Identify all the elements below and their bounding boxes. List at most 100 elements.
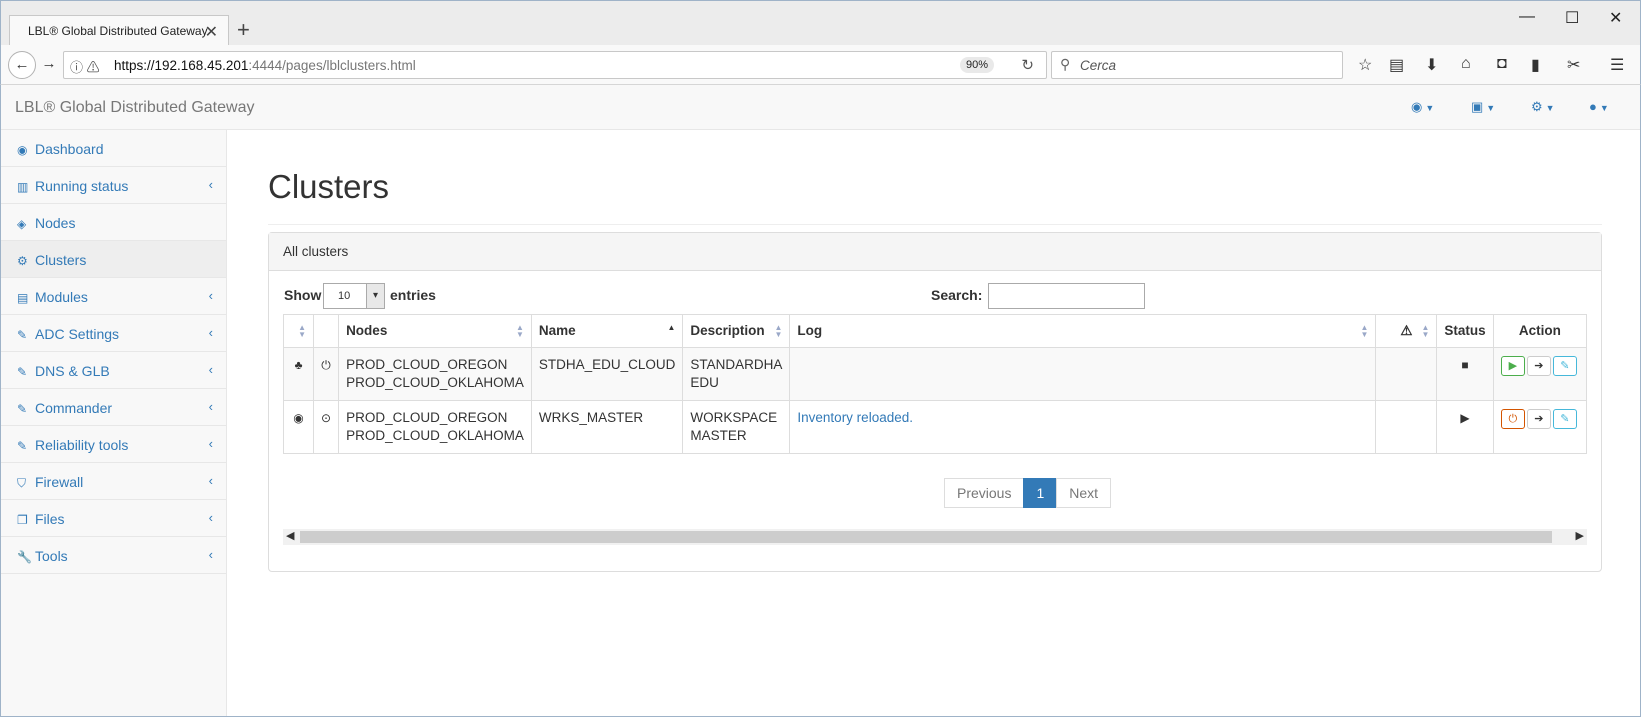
entries-select[interactable]: 10 ▾ — [323, 283, 385, 309]
row-actions: ⏻ ➔ ✎ — [1492, 400, 1588, 454]
col-header-log[interactable]: Log ▲ ▼ — [789, 314, 1377, 348]
col-header-nodes[interactable]: Nodes ▲ ▼ — [338, 314, 532, 348]
download-icon[interactable]: ⬇ — [1425, 55, 1438, 75]
screenshot-icon[interactable]: ✂ — [1567, 55, 1580, 75]
start-button[interactable]: ▶ — [1500, 356, 1525, 376]
col-header-type[interactable]: ▲ ▼ — [283, 314, 314, 348]
chevron-left-icon: ‹ — [208, 547, 213, 562]
horizontal-scrollbar[interactable]: ◀ ▶ — [283, 529, 1587, 545]
minimize-icon[interactable]: — — [1519, 8, 1535, 26]
sidebar-item-modules[interactable]: ▤ Modules ‹ — [1, 278, 226, 315]
search-icon: ⚲ — [1060, 56, 1071, 72]
row-log: Inventory reloaded. — [789, 400, 1377, 454]
new-tab-icon[interactable]: + — [237, 19, 250, 41]
running-status-icon: ▶ — [1436, 400, 1494, 454]
sidebar-item-nodes[interactable]: ◈ Nodes — [1, 204, 226, 241]
settings-menu-icon[interactable]: ⚙ ▼ — [1531, 99, 1555, 115]
sidebar-item-clusters[interactable]: ⚙ Clusters — [1, 241, 226, 278]
edit-icon: ✎ — [17, 439, 28, 453]
back-icon[interactable]: ← — [8, 51, 36, 79]
col-header-description[interactable]: Description ▲ ▼ — [682, 314, 791, 348]
sidebar-item-files[interactable]: ❐ Files ‹ — [1, 500, 226, 537]
edit-button[interactable]: ✎ — [1552, 356, 1577, 376]
wrench-icon: 🔧 — [17, 550, 32, 564]
chevron-left-icon: ‹ — [208, 473, 213, 488]
scrollbar-thumb[interactable] — [300, 531, 1552, 543]
close-window-icon[interactable]: ✕ — [1609, 8, 1622, 28]
sitemap-icon: ♣ — [283, 347, 314, 401]
edit-button[interactable]: ✎ — [1552, 409, 1577, 429]
scroll-right-icon[interactable]: ▶ — [1576, 529, 1584, 542]
bookmark-star-icon[interactable]: ☆ — [1358, 55, 1372, 75]
chevron-left-icon: ‹ — [208, 362, 213, 377]
row-name: STDHA_EDU_CLOUD — [530, 347, 684, 401]
col-header-alerts[interactable]: ⚠ ▲ ▼ — [1375, 314, 1438, 348]
sidebar-item-tools[interactable]: 🔧 Tools ‹ — [1, 537, 226, 574]
app-header: LBL® Global Distributed Gateway ◉ ▼ ▣ ▼ ⚙ ▼… — [1, 85, 1640, 130]
entries-label: entries — [390, 287, 436, 303]
col-header-name[interactable]: Name ▲ — [530, 314, 684, 348]
reload-icon[interactable]: ↻ — [1021, 56, 1034, 74]
row-nodes: PROD_CLOUD_OREGON PROD_CLOUD_OKLAHOMA — [338, 347, 532, 401]
menu-icon[interactable]: ☰ — [1610, 55, 1624, 75]
browser-toolbar: ← → ⓘ ⚠ https://192.168.45.201:4444/page… — [0, 45, 1641, 85]
tab-title: LBL® Global Distributed Gateway — [28, 24, 208, 38]
next-page-button[interactable]: Next — [1056, 478, 1112, 508]
home-icon[interactable]: ⌂ — [1461, 55, 1471, 73]
dashboard-menu-icon[interactable]: ◉ ▼ — [1411, 99, 1434, 115]
page-1-button[interactable]: 1 — [1023, 478, 1058, 508]
col-header-status: Status — [1436, 314, 1494, 348]
show-label: Show — [284, 287, 322, 303]
stop-button[interactable]: ⏻ — [1500, 409, 1525, 429]
warning-icon: ⚠ — [1400, 323, 1413, 338]
row-actions: ▶ ➔ ✎ — [1492, 347, 1588, 401]
brand-title[interactable]: LBL® Global Distributed Gateway — [15, 99, 254, 117]
sidebar-item-adc-settings[interactable]: ✎ ADC Settings ‹ — [1, 315, 226, 352]
row-alerts — [1375, 347, 1438, 401]
chevron-left-icon: ‹ — [208, 177, 213, 192]
play-circle-icon: ⊙ — [312, 400, 340, 454]
site-info-icon[interactable]: ⓘ ⚠ — [70, 57, 100, 76]
table-search-input[interactable] — [988, 283, 1145, 309]
power-icon: ⏻ — [312, 347, 340, 401]
bar-chart-icon: ▥ — [17, 180, 29, 194]
sort-icon: ▲ ▼ — [1421, 323, 1430, 339]
close-tab-icon[interactable]: ✕ — [205, 22, 218, 42]
login-button[interactable]: ➔ — [1526, 409, 1551, 429]
user-menu-icon[interactable]: ● ▼ — [1589, 99, 1609, 114]
row-log — [789, 347, 1377, 401]
sort-icon: ▲ ▼ — [1360, 323, 1369, 339]
sidebar: ◉ Dashboard ▥ Running status ‹ ◈ Nodes ⚙ Clu… — [1, 130, 227, 716]
bookmarks-list-icon[interactable]: ▤ — [1389, 55, 1404, 75]
sort-icon: ▲ ▼ — [298, 323, 306, 339]
files-icon: ❐ — [17, 513, 28, 527]
forward-icon[interactable]: → — [35, 51, 63, 79]
browser-tab[interactable]: LBL® Global Distributed Gateway ✕ — [9, 15, 229, 46]
browser-search-input[interactable]: ⚲ Cerca — [1051, 51, 1343, 79]
table-row: ◉ ⊙ PROD_CLOUD_OREGON PROD_CLOUD_OKLAHOMA… — [283, 400, 1588, 454]
sidebar-item-commander[interactable]: ✎ Commander ‹ — [1, 389, 226, 426]
login-button[interactable]: ➔ — [1526, 356, 1551, 376]
sidebar-item-dashboard[interactable]: ◉ Dashboard — [1, 130, 226, 167]
cube-icon: ◈ — [17, 217, 27, 231]
col-header-action: Action — [1492, 314, 1588, 348]
sidebar-item-firewall[interactable]: ⛉ Firewall ‹ — [1, 463, 226, 500]
col-header-power — [312, 314, 340, 348]
scroll-left-icon[interactable]: ◀ — [286, 529, 294, 542]
save-menu-icon[interactable]: ▣ ▼ — [1471, 99, 1495, 115]
reader-icon[interactable]: ▮ — [1531, 55, 1540, 75]
address-bar[interactable]: ⓘ ⚠ https://192.168.45.201:4444/pages/lb… — [63, 51, 1047, 79]
maximize-icon[interactable]: ☐ — [1565, 8, 1579, 28]
previous-page-button[interactable]: Previous — [944, 478, 1025, 508]
pocket-icon[interactable]: ◘ — [1497, 55, 1507, 73]
zoom-indicator[interactable]: 90% — [959, 57, 994, 73]
sidebar-item-reliability-tools[interactable]: ✎ Reliability tools ‹ — [1, 426, 226, 463]
row-description: WORKSPACE MASTER — [682, 400, 791, 454]
row-nodes: PROD_CLOUD_OREGON PROD_CLOUD_OKLAHOMA — [338, 400, 532, 454]
stop-status-icon: ■ — [1436, 347, 1494, 401]
browser-tabstrip: LBL® Global Distributed Gateway ✕ + — ☐ … — [0, 0, 1641, 46]
sidebar-item-running-status[interactable]: ▥ Running status ‹ — [1, 167, 226, 204]
sort-icon: ▲ ▼ — [774, 323, 783, 339]
sidebar-item-dns-glb[interactable]: ✎ DNS & GLB ‹ — [1, 352, 226, 389]
title-divider — [268, 224, 1602, 225]
